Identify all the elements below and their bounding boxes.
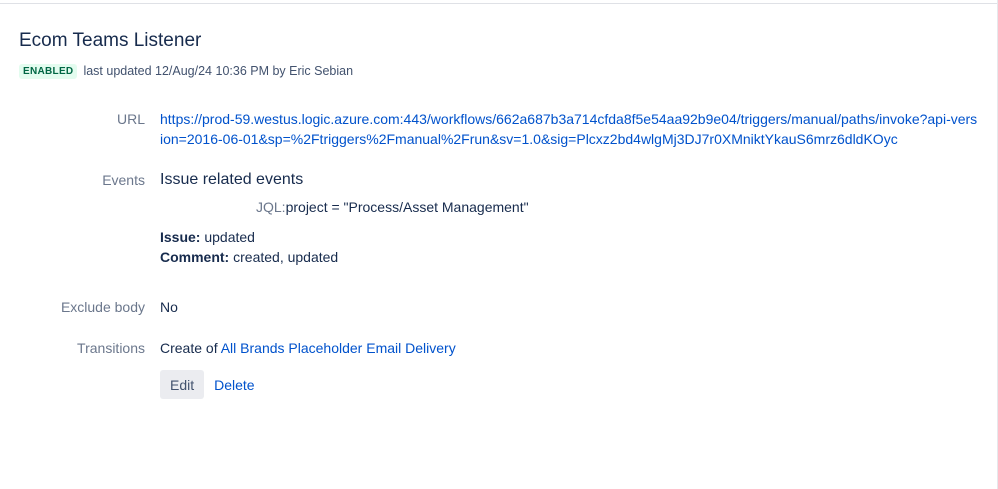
listener-meta: ENABLED last updated 12/Aug/24 10:36 PM … — [19, 63, 353, 79]
transitions-prefix: Create of — [160, 340, 221, 356]
action-buttons: Edit Delete — [160, 370, 255, 399]
webhook-url-link[interactable]: https://prod-59.westus.logic.azure.com:4… — [160, 109, 980, 149]
transition-link[interactable]: All Brands Placeholder Email Delivery — [221, 340, 456, 356]
comment-events-line: Comment: created, updated — [160, 247, 338, 267]
jql-value: project = "Process/Asset Management" — [285, 199, 529, 215]
issue-events-value: updated — [200, 229, 255, 245]
event-list: Issue: updated Comment: created, updated — [160, 227, 338, 267]
delete-link[interactable]: Delete — [214, 377, 254, 393]
events-title: Issue related events — [160, 171, 304, 188]
exclude-body-label: Exclude body — [60, 299, 145, 315]
exclude-body-value: No — [160, 299, 178, 315]
issue-events-key: Issue: — [160, 229, 201, 245]
page-title: Ecom Teams Listener — [19, 30, 202, 51]
comment-events-key: Comment: — [160, 249, 230, 265]
url-label: URL — [116, 111, 145, 127]
events-label: Events — [102, 172, 145, 188]
comment-events-value: created, updated — [229, 249, 339, 265]
edit-button[interactable]: Edit — [160, 370, 205, 399]
issue-events-line: Issue: updated — [160, 227, 338, 247]
top-divider — [0, 0, 998, 4]
status-badge: ENABLED — [19, 63, 78, 79]
transitions-label: Transitions — [77, 340, 145, 356]
jql-filter: JQL:project = "Process/Asset Management" — [256, 199, 529, 215]
jql-key: JQL: — [256, 199, 286, 215]
url-value: https://prod-59.westus.logic.azure.com:4… — [160, 109, 980, 149]
transitions-value: Create of All Brands Placeholder Email D… — [160, 340, 456, 356]
events-value: Issue related events JQL:project = "Proc… — [160, 171, 960, 271]
last-updated-text: last updated 12/Aug/24 10:36 PM by Eric … — [83, 64, 354, 78]
